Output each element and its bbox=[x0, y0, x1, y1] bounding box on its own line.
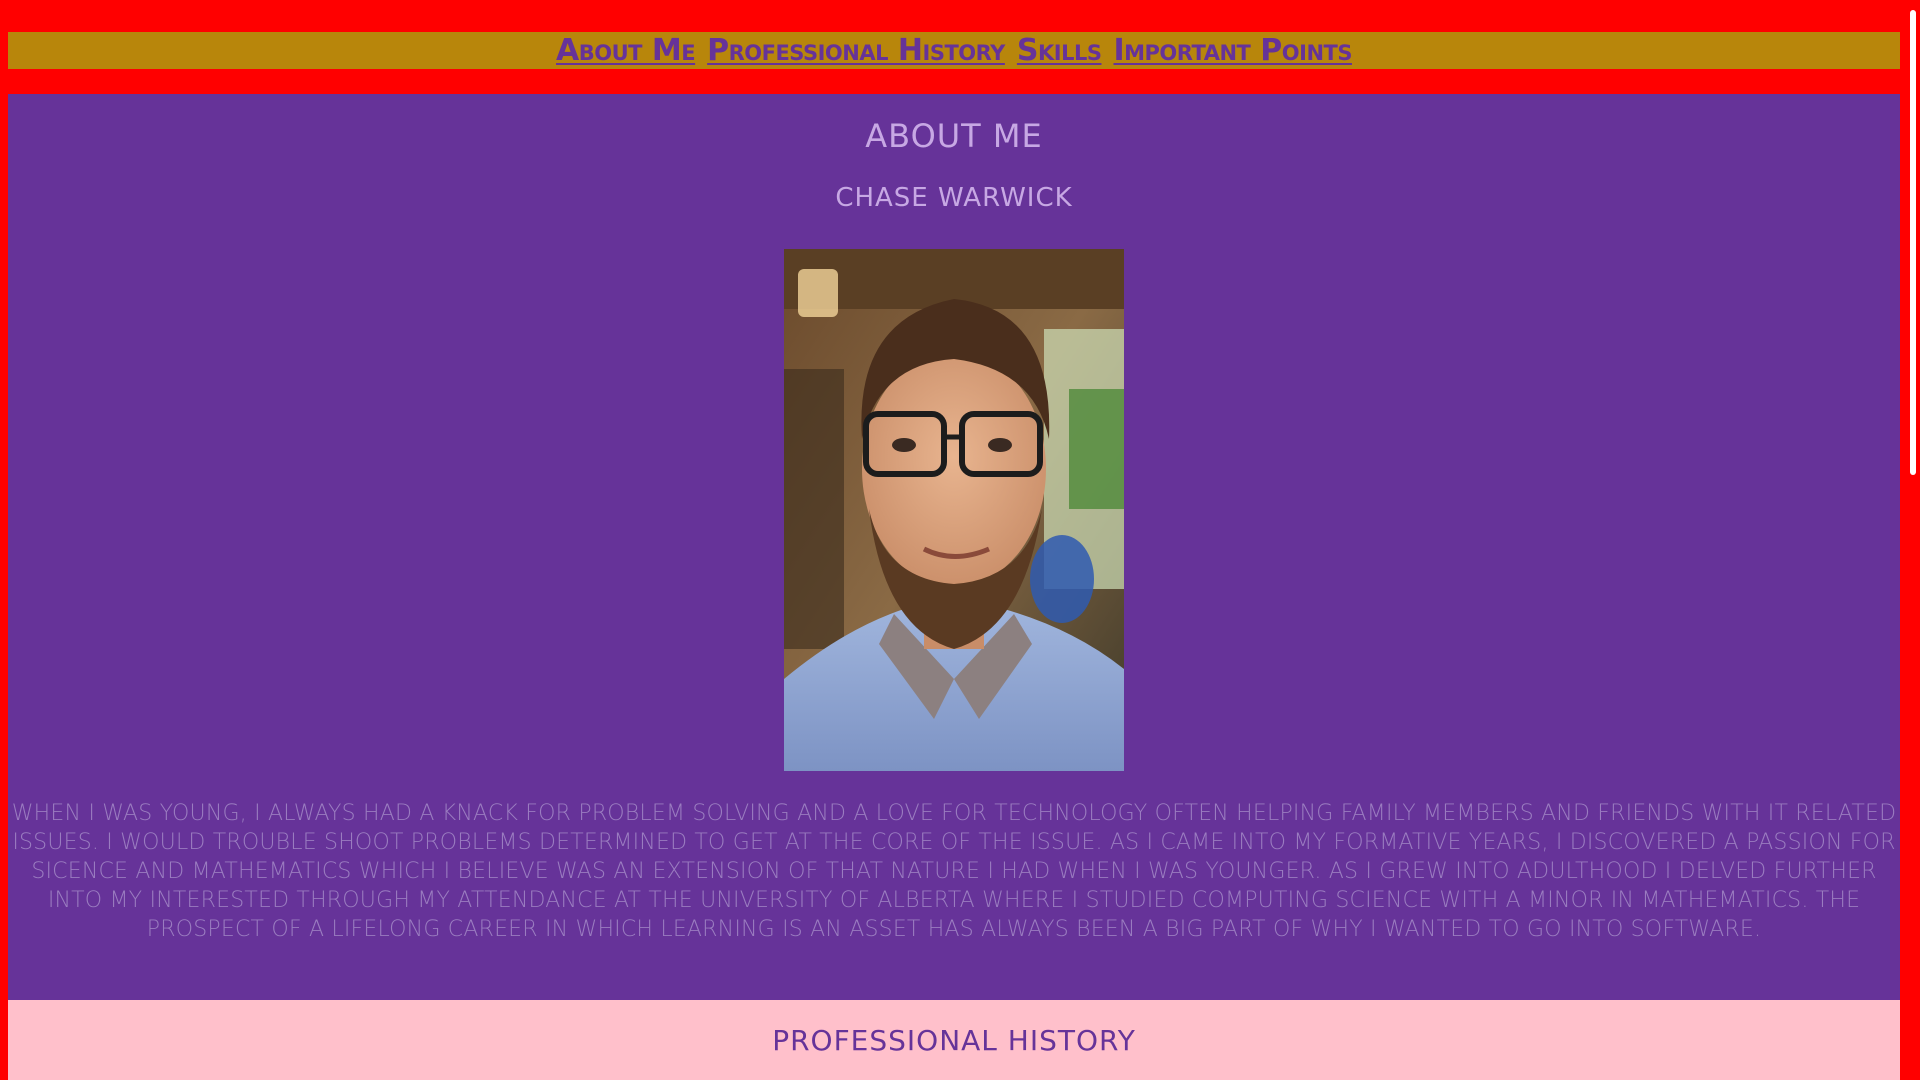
person-name: Chase Warwick bbox=[835, 183, 1073, 213]
scrollbar-thumb[interactable] bbox=[1910, 10, 1916, 475]
top-nav: About Me Professional History Skills Imp… bbox=[8, 32, 1900, 69]
nav-link-skills[interactable]: Skills bbox=[1017, 32, 1102, 69]
nav-link-about-me[interactable]: About Me bbox=[556, 32, 696, 69]
professional-history-section: Professional History bbox=[8, 1000, 1900, 1080]
nav-link-important-points[interactable]: Important Points bbox=[1113, 32, 1352, 69]
professional-history-heading: Professional History bbox=[772, 1024, 1136, 1057]
about-heading: About Me bbox=[865, 117, 1043, 155]
about-section: About Me Chase Warwick bbox=[8, 94, 1900, 1000]
profile-photo bbox=[784, 249, 1124, 771]
nav-link-professional-history[interactable]: Professional History bbox=[707, 32, 1005, 69]
page-scrollbar[interactable] bbox=[1906, 0, 1920, 1080]
bio-paragraph: When I was young, I always had a knack f… bbox=[11, 801, 1897, 942]
